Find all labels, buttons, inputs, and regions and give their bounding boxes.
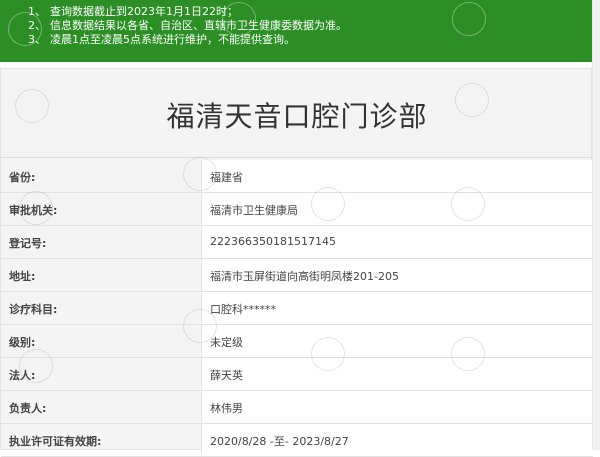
notice-item-text: 凌晨1点至凌晨5点系统进行维护，不能提供查询。 <box>50 33 295 46</box>
notice-item-number: 1、 <box>28 5 46 18</box>
detail-value: 福清市玉屏街道向高街明凤楼201-205 <box>201 259 593 291</box>
detail-value: 222366350181517145 <box>201 226 593 258</box>
vertical-scrollbar[interactable] <box>592 0 600 450</box>
detail-row-legal-person: 法人: 薛天英 <box>1 358 593 391</box>
notice-item: 3、 凌晨1点至凌晨5点系统进行维护，不能提供查询。 <box>28 33 592 47</box>
detail-row-approval-authority: 审批机关: 福清市卫生健康局 <box>1 193 593 226</box>
detail-label: 省份: <box>9 171 36 184</box>
detail-row-registration-number: 登记号: 222366350181517145 <box>1 226 593 259</box>
detail-value: 未定级 <box>201 325 593 357</box>
detail-label: 执业许可证有效期: <box>9 435 102 448</box>
detail-label: 地址: <box>9 270 36 283</box>
notice-item-number: 3、 <box>28 33 46 46</box>
clinic-details-table: 省份: 福建省 审批机关: 福清市卫生健康局 登记号: 222366350181… <box>1 160 593 457</box>
detail-row-departments: 诊疗科目: 口腔科****** <box>1 292 593 325</box>
detail-row-level: 级别: 未定级 <box>1 325 593 358</box>
title-divider <box>1 157 593 158</box>
detail-label: 法人: <box>9 369 36 382</box>
detail-label: 负责人: <box>9 402 47 415</box>
notice-item-number: 2、 <box>28 19 46 32</box>
notice-item-text: 查询数据截止到2023年1月1日22时； <box>50 5 238 18</box>
detail-value: 林伟男 <box>201 391 593 423</box>
notice-item: 2、 信息数据结果以各省、自治区、直辖市卫生健康委数据为准。 <box>28 19 592 33</box>
detail-value: 薛天英 <box>201 358 593 390</box>
detail-label: 级别: <box>9 336 36 349</box>
detail-label: 审批机关: <box>9 204 58 217</box>
detail-row-province: 省份: 福建省 <box>1 160 593 193</box>
detail-label: 登记号: <box>9 237 47 250</box>
detail-value: 口腔科****** <box>201 292 593 324</box>
clinic-title: 福清天音口腔门诊部 <box>166 100 428 133</box>
notice-item: 1、 查询数据截止到2023年1月1日22时； <box>28 5 592 19</box>
notice-item-text: 信息数据结果以各省、自治区、直辖市卫生健康委数据为准。 <box>50 19 347 32</box>
detail-row-address: 地址: 福清市玉屏街道向高街明凤楼201-205 <box>1 259 593 292</box>
clinic-info-panel: 福清天音口腔门诊部 省份: 福建省 审批机关: 福清市卫生健康局 登记号: 22… <box>0 68 593 457</box>
detail-label: 诊疗科目: <box>9 303 58 316</box>
detail-row-person-in-charge: 负责人: 林伟男 <box>1 391 593 424</box>
detail-value: 福清市卫生健康局 <box>201 193 593 225</box>
detail-value: 2020/8/28 -至- 2023/8/27 <box>201 424 593 456</box>
notice-banner: 1、 查询数据截止到2023年1月1日22时； 2、 信息数据结果以各省、自治区、直… <box>0 0 592 62</box>
detail-row-license-validity: 执业许可证有效期: 2020/8/28 -至- 2023/8/27 <box>1 424 593 457</box>
detail-value: 福建省 <box>201 160 593 192</box>
